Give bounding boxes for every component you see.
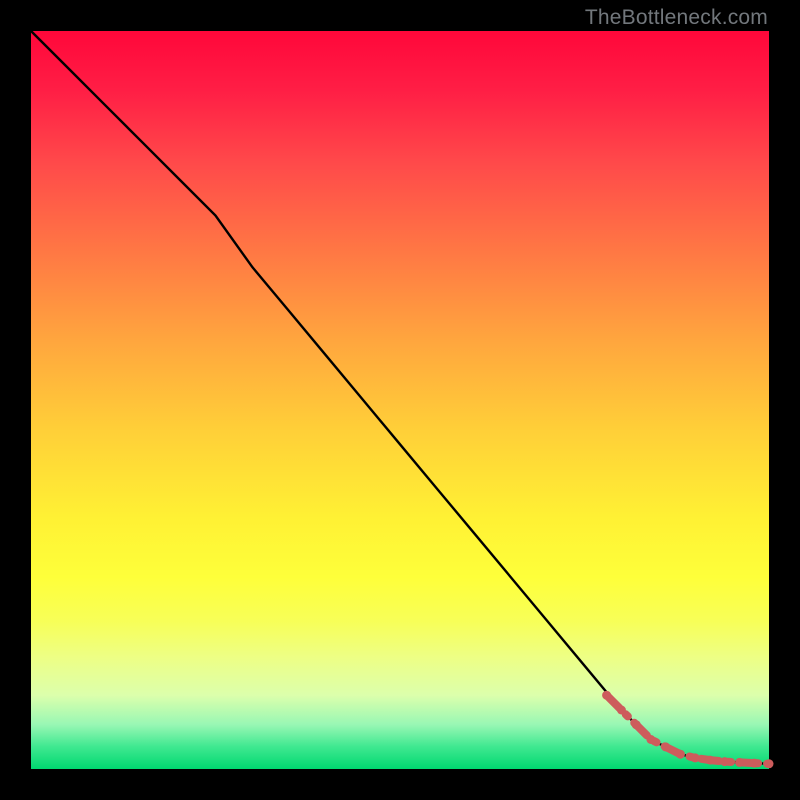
dotted-point — [602, 691, 611, 700]
dotted-point — [765, 759, 774, 768]
main-curve-path — [31, 31, 769, 764]
dotted-point — [676, 750, 685, 759]
dotted-point — [691, 753, 700, 762]
dotted-point — [720, 757, 729, 766]
chart-frame: TheBottleneck.com — [0, 0, 800, 800]
dotted-segment-group — [602, 691, 773, 769]
dotted-point — [632, 720, 641, 729]
dotted-point — [735, 758, 744, 767]
dotted-point — [617, 706, 626, 715]
dotted-point — [706, 756, 715, 765]
chart-curve-layer — [31, 31, 769, 769]
dotted-point — [646, 735, 655, 744]
watermark-label: TheBottleneck.com — [585, 6, 768, 30]
dotted-point — [661, 742, 670, 751]
dotted-point — [750, 759, 759, 768]
dotted-segment-path — [607, 695, 769, 764]
